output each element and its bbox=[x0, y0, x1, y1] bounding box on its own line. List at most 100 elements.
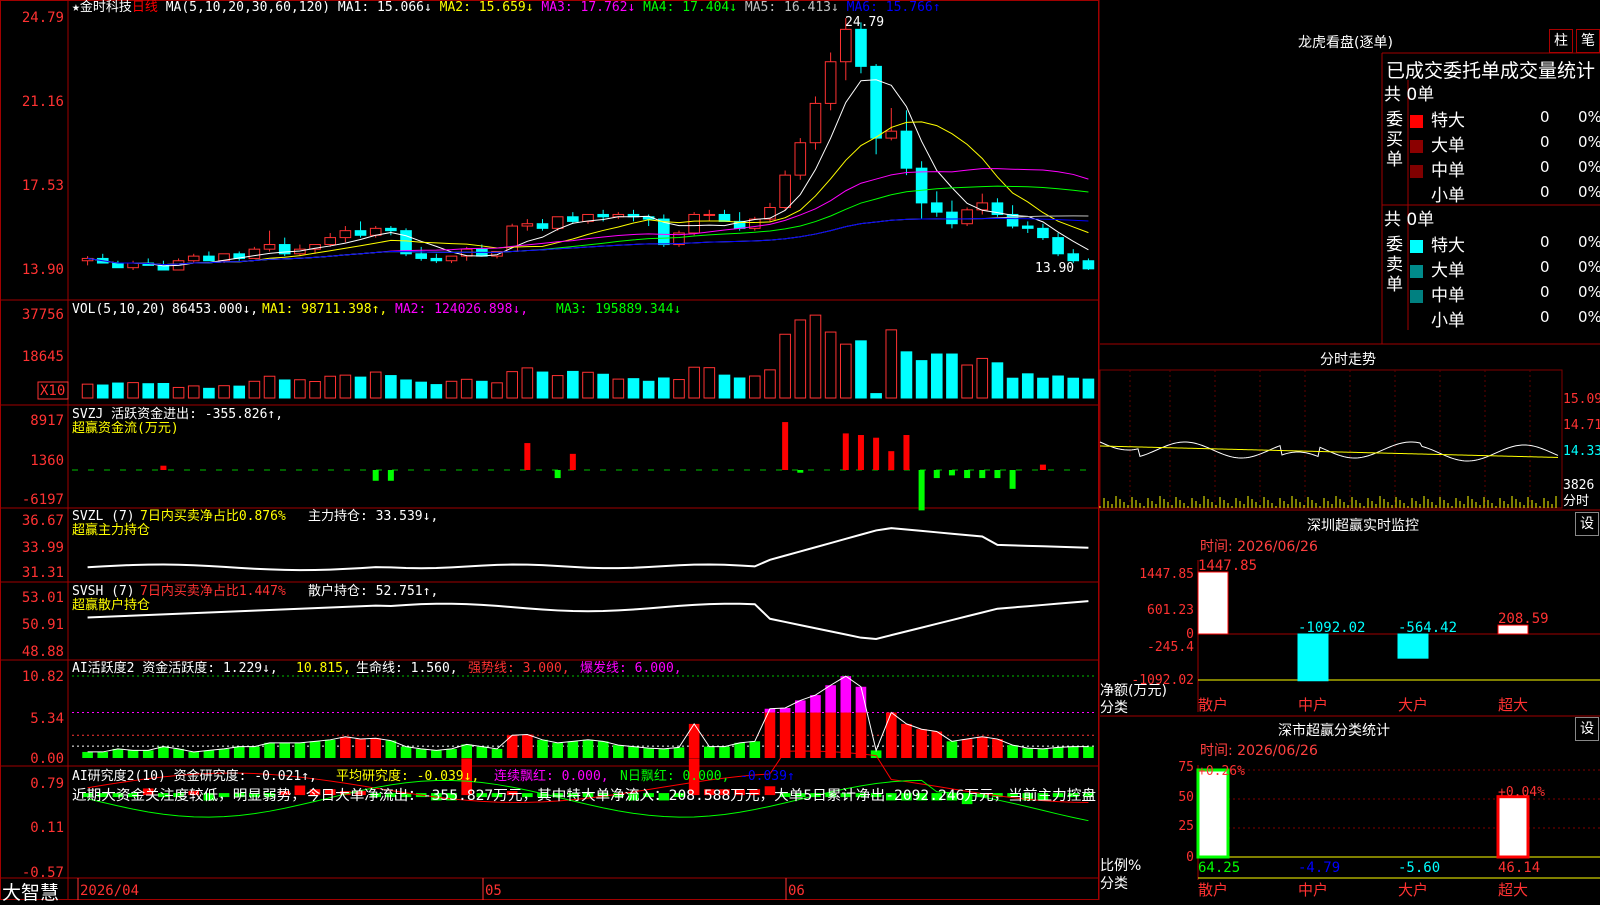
svzl-ratio: 7日内买卖净占比0.876% bbox=[140, 508, 286, 524]
svzj-bar bbox=[1009, 470, 1016, 489]
ai1-bar bbox=[673, 747, 685, 758]
ai2-h0: AI研究度2(10) 资金研究度: -0.021↑, bbox=[72, 768, 317, 784]
stats-category: 大户 bbox=[1398, 881, 1428, 899]
order-row: 小单 bbox=[1410, 306, 1465, 331]
order-size-label: 特大 bbox=[1431, 111, 1465, 131]
stats-top-label: +0.04% bbox=[1498, 785, 1545, 800]
color-swatch bbox=[1410, 189, 1423, 203]
ai1-bar bbox=[931, 731, 943, 758]
order-percent: 0% bbox=[1578, 183, 1600, 201]
svzj-bar bbox=[569, 453, 576, 470]
order-count: 0 bbox=[1540, 108, 1550, 126]
ai1-bar bbox=[355, 739, 366, 758]
sell-label: 委卖单 bbox=[1386, 235, 1403, 295]
volume-bar bbox=[81, 383, 94, 399]
volume-bar bbox=[127, 382, 139, 399]
ai1-bar bbox=[97, 751, 109, 758]
ai1-bar bbox=[173, 748, 184, 758]
color-swatch bbox=[1410, 289, 1423, 303]
chart-canvas[interactable]: 24.79 21.16 17.53 13.90 24.79 13.90 37756 18645… bbox=[0, 0, 1600, 900]
ai1-bar bbox=[946, 741, 958, 758]
svzj-bar bbox=[372, 470, 379, 481]
volume-bar bbox=[400, 379, 412, 399]
volume-bar bbox=[294, 379, 306, 399]
svzj-bar bbox=[873, 437, 880, 470]
svzj-bar bbox=[797, 470, 804, 473]
dragon-subtitle: 已成交委托单成交量统计 bbox=[1386, 60, 1596, 82]
ma1-value: MA1: 15.066↓ bbox=[337, 0, 440, 15]
ai2-h2: 连续飘红: 0.000, bbox=[494, 768, 609, 784]
ai1-bar bbox=[340, 736, 351, 758]
volume-bar bbox=[521, 367, 534, 399]
stats-tick: 75 bbox=[1178, 760, 1194, 775]
candle-body bbox=[839, 28, 852, 63]
volume-bar bbox=[96, 384, 109, 399]
ai1-bar bbox=[1083, 746, 1094, 758]
star-icon[interactable]: ★ bbox=[72, 0, 80, 15]
monitor-bar bbox=[1297, 633, 1329, 682]
ai1-bar bbox=[370, 738, 382, 758]
svzl-tick: 36.67 bbox=[22, 513, 64, 529]
vol-header: VOL(5,10,20) bbox=[72, 302, 166, 317]
svsh-line bbox=[87, 600, 1089, 640]
svzj-bar bbox=[979, 470, 986, 479]
stats-settings-button[interactable]: 设 bbox=[1575, 717, 1599, 741]
order-count: 0 bbox=[1540, 308, 1550, 326]
stats-unit2: 分类 bbox=[1100, 876, 1128, 892]
ai1-h2: 生命线: 1.560, bbox=[356, 660, 458, 676]
order-size-label: 大单 bbox=[1431, 136, 1465, 156]
order-percent: 0% bbox=[1578, 308, 1600, 326]
volume-bar bbox=[1037, 377, 1049, 399]
volume-bar bbox=[385, 375, 397, 399]
candle-body bbox=[339, 230, 352, 239]
svsh-ratio: 7日内买卖净占比1.447% bbox=[140, 583, 286, 599]
ai1-bar bbox=[537, 739, 548, 758]
volume-bar bbox=[718, 374, 731, 399]
order-count: 0 bbox=[1540, 133, 1550, 151]
price-tick: 24.79 bbox=[22, 10, 64, 26]
volume-bar bbox=[324, 375, 337, 399]
ai1-bar bbox=[567, 741, 579, 758]
candle-body bbox=[187, 255, 200, 262]
candle-body bbox=[597, 213, 609, 218]
order-row: 中单 bbox=[1410, 281, 1465, 306]
candle-body bbox=[1067, 253, 1080, 262]
ai1-bar bbox=[1022, 748, 1034, 758]
order-count: 0 bbox=[1540, 183, 1550, 201]
ai1-bar bbox=[734, 742, 745, 758]
ma2-value: MA2: 15.659↓ bbox=[439, 0, 542, 15]
order-count: 0 bbox=[1540, 158, 1550, 176]
volume-bar bbox=[369, 371, 382, 399]
svzj-tick: 8917 bbox=[30, 413, 64, 429]
volume-bar bbox=[885, 329, 898, 399]
ai1-burst-bar bbox=[840, 676, 852, 713]
stats-category: 超大 bbox=[1498, 881, 1528, 899]
ai1-bar bbox=[643, 748, 654, 758]
candle-body bbox=[930, 202, 943, 213]
volume-bar bbox=[703, 367, 716, 399]
monitor-settings-button[interactable]: 设 bbox=[1575, 512, 1599, 536]
volume-bar bbox=[748, 375, 761, 399]
tick-view-button[interactable]: 笔 bbox=[1576, 29, 1600, 53]
color-swatch bbox=[1410, 239, 1423, 253]
ai1-bar bbox=[158, 746, 169, 758]
ma6-value: MA6: 15.766↑ bbox=[846, 0, 941, 15]
intraday-tick: 14.71 bbox=[1563, 418, 1600, 433]
intraday-tick: 14.33 bbox=[1563, 444, 1600, 459]
price-tick: 13.90 bbox=[22, 262, 64, 278]
candle-body bbox=[961, 209, 973, 225]
ai1-bar bbox=[415, 748, 427, 758]
candle-body bbox=[794, 142, 807, 176]
volume-bar bbox=[309, 381, 321, 399]
bar-view-button[interactable]: 柱 bbox=[1549, 29, 1573, 53]
volume-bar bbox=[900, 351, 913, 399]
period-label[interactable]: 日线 bbox=[132, 0, 158, 15]
order-count: 0 bbox=[1540, 258, 1550, 276]
ai1-bar bbox=[901, 723, 912, 758]
ai1-bar bbox=[1007, 745, 1018, 758]
ai1-bar bbox=[476, 746, 488, 758]
volume-bar bbox=[658, 377, 670, 399]
svsh-prefix: SVSH (7) bbox=[72, 584, 135, 599]
volume-bar bbox=[976, 357, 989, 399]
volume-bar bbox=[1021, 373, 1034, 399]
